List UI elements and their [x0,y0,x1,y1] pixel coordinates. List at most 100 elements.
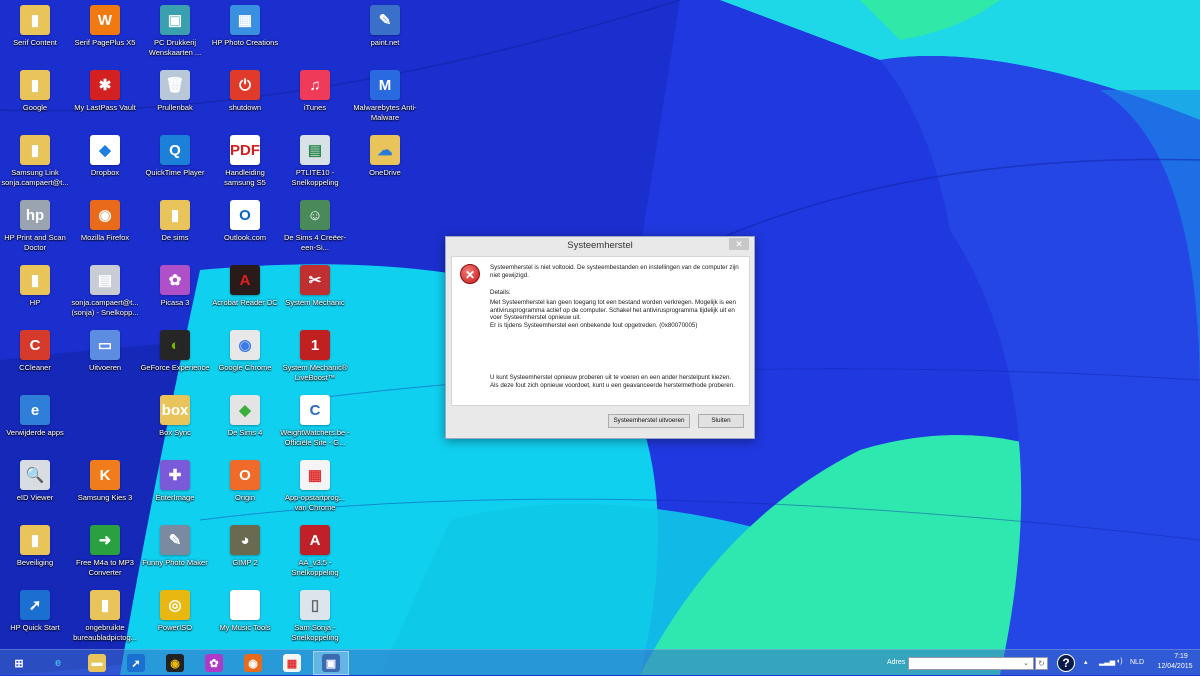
desktop-icon-system-mechanic[interactable]: ✂ System Mechanic [280,260,350,324]
taskbar-media-app-button[interactable]: ◉ [157,651,193,675]
desktop-icon-label: Free M4a to MP3 Converter [76,558,134,577]
internet-explorer-icon: e [54,657,62,669]
desktop-icon-geforce-experience[interactable]: ◐ GeForce Experience [140,325,210,389]
desktop-icon-gimp-2[interactable]: ◕ GIMP 2 [210,520,280,584]
language-indicator[interactable]: NLD [1130,659,1144,666]
desktop-icon-label: GeForce Experience [140,363,210,372]
desktop-icon-ongebruikte-bureaubladpictog[interactable]: ▮ ongebruikte bureaubladpictog... [70,585,140,649]
hint-text: U kunt Systeemherstel opnieuw proberen u… [490,374,735,389]
desktop-icon-de-sims-4[interactable]: ◆ De Sims 4 [210,390,280,454]
desktop-icon-my-music-tools[interactable]: My Music Tools [210,585,280,649]
desktop-icon-label: My Music Tools [219,623,271,632]
desktop-icon-eid-viewer[interactable]: 🔍 eID Viewer [0,455,70,519]
taskbar-internet-explorer-button[interactable]: e [40,651,76,675]
taskbar-system-restore-button[interactable]: ▣ [313,651,349,675]
desktop-icon-label: Verwijderde apps [6,428,64,437]
desktop-icon-prullenbak[interactable]: 🗑 Prullenbak [140,65,210,129]
desktop-icon-de-sims[interactable]: ▮ De sims [140,195,210,259]
desktop-icon-hp-print-and-scan-doctor[interactable]: hp HP Print and Scan Doctor [0,195,70,259]
desktop-icon-system-mechanic-liveboost[interactable]: 1 System Mechanic® LiveBoost™ [280,325,350,389]
desktop-icon-hp-quick-start[interactable]: ➚ HP Quick Start [0,585,70,649]
desktop-icon-serif-pageplus-x5[interactable]: W Serif PagePlus X5 [70,0,140,64]
desktop-icon-hp[interactable]: ▮ HP [0,260,70,324]
desktop-icon-onedrive[interactable]: ☁ OneDrive [350,130,420,194]
desktop-icon-pc-drukkerij-wenskaarten[interactable]: ▣ PC Drukkerij Wenskaarten ... [140,0,210,64]
desktop-icon-shutdown[interactable]: ⏻ shutdown [210,65,280,129]
desktop-icon-serif-content[interactable]: ▮ Serif Content [0,0,70,64]
desktop-icon-poweriso[interactable]: ◎ PowerISO [140,585,210,649]
desktop-icon-mozilla-firefox[interactable]: ◉ Mozilla Firefox [70,195,140,259]
desktop-icon-funny-photo-maker[interactable]: ✎ Funny Photo Maker [140,520,210,584]
taskbar-firefox-button[interactable]: ◉ [235,651,271,675]
desktop-icon-beveiliging[interactable]: ▮ Beveiliging [0,520,70,584]
verwijderde-apps-icon: e [20,395,50,425]
desktop-icon-outlook-com[interactable]: O Outlook.com [210,195,280,259]
uitvoeren-icon: ▭ [90,330,120,360]
desktop-icon-app-opstartprog-van-chrome[interactable]: ▦ App-opstartprog... van Chrome [280,455,350,519]
desktop-icon-uitvoeren[interactable]: ▭ Uitvoeren [70,325,140,389]
desktop-icon-ptlite10-snelkoppeling[interactable]: ▤ PTLITE10 - Snelkoppeling [280,130,350,194]
taskbar-photo-app-button[interactable]: ✿ [196,651,232,675]
desktop-icon-de-sims-4-cre-er-een-si[interactable]: ☺ De Sims 4 Creëer-een-Si... [280,195,350,259]
desktop-icon-label: ongebruikte bureaubladpictog... [73,623,137,642]
taskbar-start-button[interactable]: ⊞ [1,651,37,675]
taskbar-app-launcher-button[interactable]: ▦ [274,651,310,675]
taskbar-hp-quick-start-button[interactable]: ➚ [118,651,154,675]
desktop-icon-picasa-3[interactable]: ✿ Picasa 3 [140,260,210,324]
desktop-icon-sonja-campaert-t-sonja-snelkopp[interactable]: ▤ sonja.campaert@t... (sonja) - Snelkopp.… [70,260,140,324]
desktop-icon-label: PowerISO [157,623,193,632]
desktop-icon-verwijderde-apps[interactable]: e Verwijderde apps [0,390,70,454]
desktop-icon-sam-sonja-snelkoppeling[interactable]: ▯ Sam Sonja - Snelkoppeling [280,585,350,649]
desktop-icon-itunes[interactable]: ♫ iTunes [280,65,350,129]
beveiliging-icon: ▮ [20,525,50,555]
close-button[interactable]: Sluiten [698,414,744,428]
desktop-icon-label: Serif Content [13,38,57,47]
desktop-icon-quicktime-player[interactable]: Q QuickTime Player [140,130,210,194]
help-icon[interactable]: ? [1057,654,1075,672]
clock-date[interactable]: 12/04/2015 [1152,663,1198,670]
desktop-icon-acrobat-reader-dc[interactable]: A Acrobat Reader DC [210,260,280,324]
desktop-icon-label: Acrobat Reader DC [212,298,278,307]
desktop-icon-google-chrome[interactable]: ◉ Google Chrome [210,325,280,389]
desktop-icon-weightwatchers-be-offici-le-site-g[interactable]: C WeightWatchers.be - Officiële Site - G.… [280,390,350,454]
show-hidden-icons-icon[interactable]: ▴ [1084,658,1088,666]
desktop-icon-hp-photo-creations[interactable]: ▦ HP Photo Creations [210,0,280,64]
desktop-icon-samsung-link-sonja-campaert-t[interactable]: ▮ Samsung Link sonja.campaert@t... [0,130,70,194]
close-icon[interactable]: ✕ [729,238,749,250]
desktop-icon-aa-v3-5-snelkoppeling[interactable]: A AA_v3.5 - Snelkoppeling [280,520,350,584]
taskbar-file-explorer-button[interactable]: ▬ [79,651,115,675]
de-sims-icon: ▮ [160,200,190,230]
desktop-icon-label: sonja.campaert@t... (sonja) - Snelkopp..… [71,298,139,317]
system-mechanic-icon: ✂ [300,265,330,295]
desktop-icon-handleiding-samsung-s5[interactable]: PDF Handleiding samsung S5 [210,130,280,194]
volume-icon[interactable]: ◖) [1116,658,1123,665]
my-music-tools-icon [230,590,260,620]
desktop-icon-label: Beveiliging [16,558,54,567]
desktop-icon-paint-net[interactable]: ✎ paint.net [350,0,420,64]
refresh-icon[interactable]: ↻ [1035,657,1048,670]
desktop-icon-google[interactable]: ▮ Google [0,65,70,129]
desktop-icon-label: CCleaner [19,363,51,372]
dialog-title: Systeemherstel [567,240,633,251]
network-icon[interactable]: ▂▃▅ [1099,658,1115,666]
desktop-icon-label: HP [29,298,41,307]
run-system-restore-button[interactable]: Systeemherstel uitvoeren [608,414,690,428]
clock-time[interactable]: 7:19 [1166,653,1196,660]
serif-content-icon: ▮ [20,5,50,35]
address-input[interactable]: ⌄ [908,657,1034,670]
desktop-icon-samsung-kies-3[interactable]: K Samsung Kies 3 [70,455,140,519]
desktop-icon-label: GIMP 2 [232,558,258,567]
desktop-icon-enterimage[interactable]: ✚ EnterImage [140,455,210,519]
desktop-icon-my-lastpass-vault[interactable]: ✱ My LastPass Vault [70,65,140,129]
desktop-icon-label: Origin [234,493,255,502]
chevron-down-icon[interactable]: ⌄ [1023,659,1029,667]
desktop-icon-box-sync[interactable]: box Box Sync [140,390,210,454]
desktop-icon-dropbox[interactable]: ◆ Dropbox [70,130,140,194]
details-text: Met Systeemherstel kan geen toegang tot … [490,299,736,322]
desktop-icon-ccleaner[interactable]: C CCleaner [0,325,70,389]
desktop-icon-origin[interactable]: O Origin [210,455,280,519]
start-icon: ⊞ [14,657,24,670]
poweriso-icon: ◎ [160,590,190,620]
desktop-icon-free-m4a-to-mp3-converter[interactable]: ➜ Free M4a to MP3 Converter [70,520,140,584]
desktop-icon-malwarebytes-anti-malware[interactable]: M Malwarebytes Anti-Malware [350,65,420,129]
